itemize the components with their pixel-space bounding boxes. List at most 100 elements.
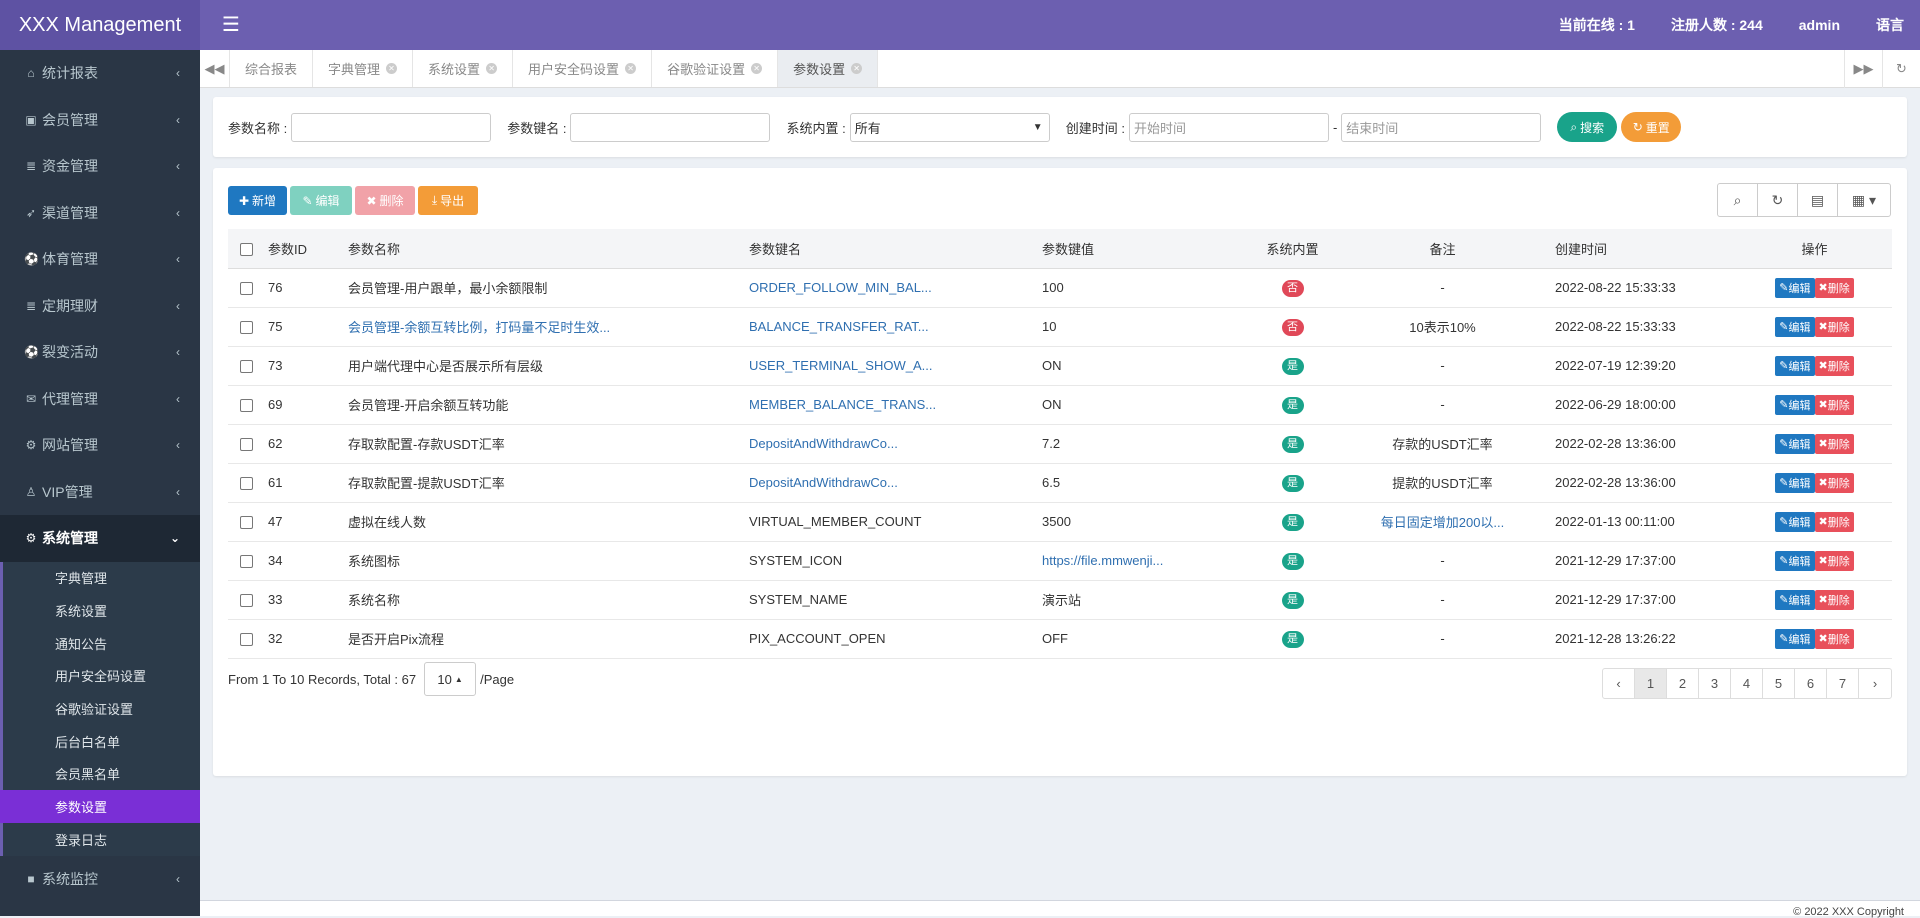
row-checkbox[interactable] [240, 399, 253, 413]
row-edit-button[interactable]: ✎ 编辑 [1775, 511, 1815, 532]
tabs-scroll-right-icon[interactable]: ▶▶ [1844, 50, 1882, 88]
export-button[interactable]: ⤓ 导出 [418, 186, 478, 215]
table-row[interactable]: 69 会员管理-开启余额互转功能 MEMBER_BALANCE_TRANS... ON… [228, 385, 1892, 424]
param-key[interactable]: DepositAndWithdrawCo... [749, 424, 1042, 463]
start-time-input[interactable]: 开始时间 [1128, 112, 1329, 142]
search-icon[interactable]: ⌕ [1718, 184, 1758, 216]
param-key-input[interactable] [570, 112, 771, 142]
row-delete-button[interactable]: ✖ 删除 [1814, 511, 1854, 532]
page-button[interactable]: 2 [1667, 669, 1699, 698]
submenu-item[interactable]: 谷歌验证设置 [3, 692, 200, 725]
param-key[interactable]: DepositAndWithdrawCo... [749, 463, 1042, 502]
row-delete-button[interactable]: ✖ 删除 [1814, 472, 1854, 493]
close-icon[interactable]: ✕ [486, 63, 498, 74]
row-checkbox[interactable] [240, 321, 253, 335]
table-row[interactable]: 61 存取款配置-提款USDT汇率 DepositAndWithdrawCo... 6… [228, 463, 1892, 502]
reset-button[interactable]: ↻ 重置 [1621, 112, 1682, 142]
row-checkbox[interactable] [240, 516, 253, 530]
table-row[interactable]: 47 虚拟在线人数 VIRTUAL_MEMBER_COUNT 3500 是 每日固定增加2… [228, 502, 1892, 541]
param-key[interactable]: USER_TERMINAL_SHOW_A... [749, 346, 1042, 385]
row-edit-button[interactable]: ✎ 编辑 [1775, 589, 1815, 610]
param-key[interactable]: MEMBER_BALANCE_TRANS... [749, 385, 1042, 424]
tab-item[interactable]: 参数设置 ✕ [778, 50, 879, 87]
row-edit-button[interactable]: ✎ 编辑 [1775, 277, 1815, 298]
row-delete-button[interactable]: ✖ 删除 [1814, 589, 1854, 610]
param-key[interactable]: BALANCE_TRANSFER_RAT... [749, 307, 1042, 346]
columns-icon[interactable]: ▦ ▾ [1838, 184, 1890, 216]
submenu-item[interactable]: 登录日志 [3, 823, 200, 856]
param-key[interactable]: ORDER_FOLLOW_MIN_BAL... [749, 268, 1042, 307]
submenu-item[interactable]: 后台白名单 [3, 725, 200, 758]
table-row[interactable]: 62 存取款配置-存款USDT汇率 DepositAndWithdrawCo... 7… [228, 424, 1892, 463]
param-value[interactable]: https://file.mmwenji... [1042, 541, 1255, 580]
language-menu[interactable]: 语言 [1876, 15, 1904, 35]
edit-button[interactable]: ✎ 编辑 [290, 186, 352, 215]
page-button[interactable]: 5 [1763, 669, 1795, 698]
add-button[interactable]: ✚ 新增 [228, 186, 287, 215]
page-button[interactable]: 7 [1827, 669, 1859, 698]
tab-item[interactable]: 系统设置 ✕ [413, 50, 514, 87]
tab-item[interactable]: 谷歌验证设置 ✕ [652, 50, 779, 87]
page-button[interactable]: 3 [1699, 669, 1731, 698]
page-button[interactable]: 6 [1795, 669, 1827, 698]
sidebar-item-7[interactable]: ✉ 代理管理 ‹ [0, 376, 200, 423]
row-edit-button[interactable]: ✎ 编辑 [1775, 550, 1815, 571]
tab-item[interactable]: 字典管理 ✕ [313, 50, 414, 87]
row-edit-button[interactable]: ✎ 编辑 [1775, 433, 1815, 454]
sidebar-item-6[interactable]: ⚽ 裂变活动 ‹ [0, 329, 200, 376]
col-header[interactable]: 参数名称 [348, 229, 749, 269]
sidebar-item-monitor[interactable]: ■ 系统监控 ‹ [0, 856, 200, 903]
refresh-tab-icon[interactable]: ↻ [1882, 50, 1920, 88]
list-icon[interactable]: ▤ [1798, 184, 1838, 216]
row-edit-button[interactable]: ✎ 编辑 [1775, 472, 1815, 493]
tabs-scroll-left-icon[interactable]: ◀◀ [200, 50, 230, 87]
submenu-item[interactable]: 参数设置 [0, 790, 200, 823]
row-checkbox[interactable] [240, 633, 253, 647]
table-row[interactable]: 76 会员管理-用户跟单，最小余额限制 ORDER_FOLLOW_MIN_BAL..… [228, 268, 1892, 307]
sidebar-item-1[interactable]: ▣ 会员管理 ‹ [0, 97, 200, 144]
search-button[interactable]: ⌕ 搜索 [1557, 112, 1618, 142]
tab-item[interactable]: 综合报表 [230, 50, 314, 87]
close-icon[interactable]: ✕ [851, 63, 863, 74]
builtin-select[interactable]: 所有 ▼ [849, 112, 1050, 142]
page-button[interactable]: 1 [1635, 669, 1667, 698]
submenu-item[interactable]: 字典管理 [3, 562, 200, 595]
col-header[interactable]: 创建时间 [1555, 229, 1737, 269]
sidebar-item-0[interactable]: ⌂ 统计报表 ‹ [0, 50, 200, 97]
table-row[interactable]: 73 用户端代理中心是否展示所有层级 USER_TERMINAL_SHOW_A...… [228, 346, 1892, 385]
col-header[interactable]: 参数ID [268, 229, 348, 269]
delete-button[interactable]: ✖ 删除 [355, 186, 415, 215]
tab-item[interactable]: 用户安全码设置 ✕ [513, 50, 653, 87]
sidebar-item-3[interactable]: ➶ 渠道管理 ‹ [0, 190, 200, 237]
submenu-item[interactable]: 系统设置 [3, 594, 200, 627]
row-delete-button[interactable]: ✖ 删除 [1814, 433, 1854, 454]
col-header[interactable]: 系统内置 [1255, 229, 1330, 269]
row-edit-button[interactable]: ✎ 编辑 [1775, 394, 1815, 415]
end-time-input[interactable]: 结束时间 [1341, 112, 1542, 142]
app-logo[interactable]: XXX Management [0, 0, 200, 50]
row-delete-button[interactable]: ✖ 删除 [1814, 550, 1854, 571]
close-icon[interactable]: ✕ [386, 63, 398, 74]
row-checkbox[interactable] [240, 438, 253, 452]
user-menu[interactable]: admin [1799, 17, 1840, 33]
prev-page-button[interactable]: ‹ [1603, 669, 1635, 698]
refresh-icon[interactable]: ↻ [1758, 184, 1798, 216]
sidebar-item-9[interactable]: ♙ VIP管理 ‹ [0, 469, 200, 516]
row-delete-button[interactable]: ✖ 删除 [1814, 355, 1854, 376]
col-header[interactable]: 参数键名 [749, 229, 1042, 269]
row-edit-button[interactable]: ✎ 编辑 [1775, 316, 1815, 337]
row-checkbox[interactable] [240, 594, 253, 608]
sidebar-item-system[interactable]: ⚙ 系统管理 ⌄ [0, 515, 200, 562]
page-size-select[interactable]: 10 ▲ [424, 662, 477, 696]
col-header[interactable]: 备注 [1330, 229, 1555, 269]
next-page-button[interactable]: › [1859, 669, 1891, 698]
param-name[interactable]: 会员管理-余额互转比例，打码量不足时生效... [348, 307, 749, 346]
row-edit-button[interactable]: ✎ 编辑 [1775, 628, 1815, 649]
row-edit-button[interactable]: ✎ 编辑 [1775, 355, 1815, 376]
sidebar-item-2[interactable]: ≣ 资金管理 ‹ [0, 143, 200, 190]
param-remark[interactable]: 每日固定增加200以... [1330, 502, 1555, 541]
row-delete-button[interactable]: ✖ 删除 [1814, 394, 1854, 415]
row-delete-button[interactable]: ✖ 删除 [1814, 277, 1854, 298]
sidebar-item-8[interactable]: ⚙ 网站管理 ‹ [0, 422, 200, 469]
page-button[interactable]: 4 [1731, 669, 1763, 698]
